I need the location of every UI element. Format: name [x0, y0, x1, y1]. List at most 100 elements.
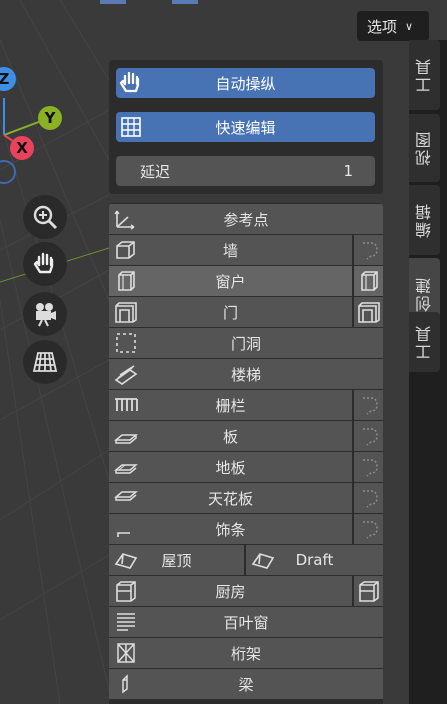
snap-point-icon: [109, 204, 143, 234]
link-icon: [362, 521, 378, 539]
delay-field[interactable]: 延迟 1: [116, 156, 375, 186]
tab-label: 工具: [414, 324, 434, 360]
tool-row: 参考点: [109, 204, 383, 234]
link-icon: [362, 242, 378, 260]
z-axis-label: Z: [0, 70, 10, 88]
tool-label: 梁: [238, 675, 254, 694]
repeat-tool-button[interactable]: [354, 576, 383, 606]
window-icon: [109, 266, 143, 296]
tool-button[interactable]: 参考点: [109, 204, 383, 234]
tool-label: 桁架: [230, 644, 261, 663]
draft-roof-button[interactable]: Draft: [246, 545, 383, 575]
zoom-icon: [33, 205, 58, 230]
grid-icon: [32, 352, 58, 372]
tool-label: 楼梯: [230, 365, 261, 384]
link-toggle[interactable]: [354, 235, 383, 265]
quick-edit-label: 快速编辑: [215, 118, 276, 137]
quick-edit-button[interactable]: 快速编辑: [116, 112, 375, 142]
wall-icon: [109, 235, 143, 265]
door-icon: [109, 297, 143, 327]
kitchen-icon: [109, 576, 143, 606]
tool-row: 门洞: [109, 328, 383, 358]
link-icon: [362, 397, 378, 415]
options-label: 选项: [367, 17, 398, 36]
tool-button[interactable]: 门洞: [109, 328, 383, 358]
link-toggle[interactable]: [354, 514, 383, 544]
link-icon: [362, 490, 378, 508]
grid-edit-icon: [116, 112, 146, 142]
tool-button[interactable]: 梁: [109, 669, 383, 699]
tool-button[interactable]: 地板: [109, 452, 352, 482]
tool-button[interactable]: 桁架: [109, 638, 383, 668]
link-toggle[interactable]: [354, 421, 383, 451]
tool-button[interactable]: 墙: [109, 235, 352, 265]
camera-button[interactable]: [23, 292, 67, 336]
tab-view[interactable]: 视图: [409, 114, 440, 182]
tool-button[interactable]: 板: [109, 421, 352, 451]
zoom-button[interactable]: [23, 195, 67, 239]
x-axis-label: X: [16, 139, 28, 157]
link-icon: [362, 428, 378, 446]
tool-label: 门洞: [230, 334, 261, 353]
navigation-panel: 自动操纵 快速编辑 延迟 1: [109, 60, 383, 194]
options-dropdown[interactable]: 选项 ∨: [357, 11, 429, 41]
tool-row: 楼梯: [109, 359, 383, 389]
ortho-toggle-button[interactable]: [23, 340, 67, 384]
y-axis-label: Y: [44, 109, 56, 127]
roof-icon: [109, 545, 143, 575]
roof-button[interactable]: 屋顶: [109, 545, 244, 575]
tool-label: 门: [222, 303, 238, 322]
tool-row: 窗户: [109, 266, 383, 296]
tool-button[interactable]: 厨房: [109, 576, 352, 606]
tool-row: 地板: [109, 452, 383, 482]
slab-icon: [109, 421, 143, 451]
blind-icon: [109, 607, 143, 637]
link-toggle[interactable]: [354, 452, 383, 482]
delay-value: 1: [343, 162, 353, 180]
tool-button[interactable]: 天花板: [109, 483, 352, 513]
pan-button[interactable]: [23, 242, 67, 286]
x-axis-gizmo[interactable]: X: [10, 136, 34, 160]
tool-label: 百叶窗: [223, 613, 269, 632]
tab-tool-1[interactable]: 工具: [409, 40, 440, 110]
tool-button[interactable]: 楼梯: [109, 359, 383, 389]
tool-row: 板: [109, 421, 383, 451]
tab-label: 创建: [414, 276, 434, 312]
hand-icon: [116, 68, 146, 98]
camera-icon: [36, 303, 56, 327]
tool-button[interactable]: 饰条: [109, 514, 352, 544]
hand-icon: [33, 252, 54, 274]
tool-row: 饰条: [109, 514, 383, 544]
tool-button[interactable]: 窗户: [109, 266, 352, 296]
tab-tool-2[interactable]: 工具: [409, 312, 440, 372]
door-icon: [357, 300, 381, 324]
repeat-tool-button[interactable]: [354, 297, 383, 327]
tool-button[interactable]: 栅栏: [109, 390, 352, 420]
tool-label: 窗户: [215, 272, 246, 291]
tab-label: 工具: [414, 57, 434, 93]
tool-label: Draft: [295, 551, 334, 569]
tool-row: 天花板: [109, 483, 383, 513]
molding-icon: [109, 514, 143, 544]
create-tools-panel: 参考点 墙 窗户 门 门洞 楼梯 栅栏 板 地板 天花板 饰条 屋顶 Draft…: [109, 203, 383, 704]
tool-label: 地板: [215, 458, 246, 477]
link-toggle[interactable]: [354, 390, 383, 420]
tool-label: 板: [222, 427, 238, 446]
opening-icon: [109, 328, 143, 358]
chevron-down-icon: ∨: [405, 19, 414, 33]
tool-button[interactable]: 门: [109, 297, 352, 327]
tool-button[interactable]: 百叶窗: [109, 607, 383, 637]
auto-manipulate-button[interactable]: 自动操纵: [116, 68, 375, 98]
window-icon: [357, 269, 381, 293]
tool-label: 饰条: [215, 520, 246, 539]
auto-manipulate-label: 自动操纵: [215, 74, 276, 93]
tool-row: 栅栏: [109, 390, 383, 420]
link-icon: [362, 459, 378, 477]
tool-row: 厨房: [109, 576, 383, 606]
tab-edit[interactable]: 编辑: [409, 185, 440, 255]
tool-label: 参考点: [223, 210, 269, 229]
repeat-tool-button[interactable]: [354, 266, 383, 296]
link-toggle[interactable]: [354, 483, 383, 513]
roof-icon: [246, 545, 280, 575]
y-axis-gizmo[interactable]: Y: [38, 106, 62, 130]
